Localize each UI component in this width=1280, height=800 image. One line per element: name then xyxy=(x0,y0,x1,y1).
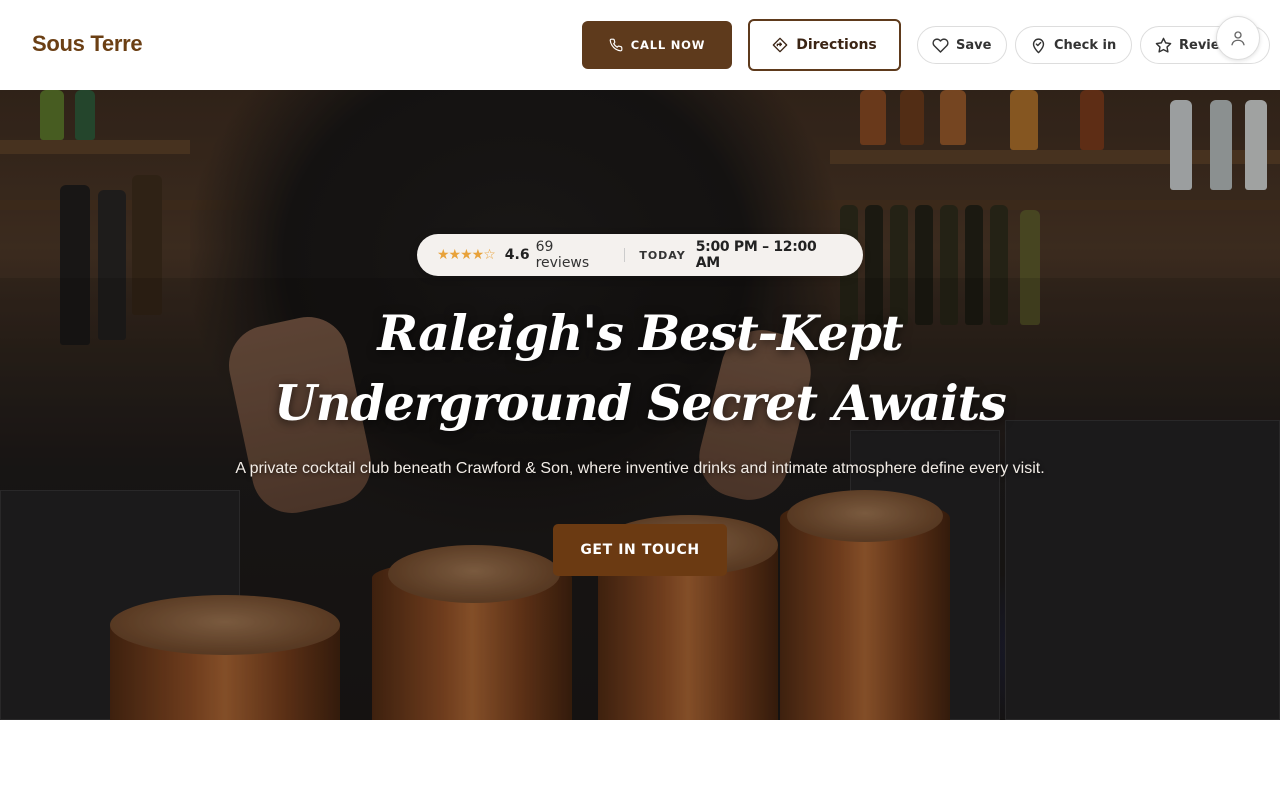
check-in-button[interactable]: Check in xyxy=(1015,26,1132,64)
divider xyxy=(624,248,626,262)
hero-headline: Raleigh's Best-Kept Underground Secret A… xyxy=(274,304,1007,432)
directions-button[interactable]: Directions xyxy=(748,19,901,71)
call-now-button[interactable]: CALL NOW xyxy=(582,21,732,69)
heart-icon xyxy=(932,37,949,53)
save-button[interactable]: Save xyxy=(917,26,1007,64)
rating-stars: ★★★★☆ xyxy=(437,247,496,263)
today-label: TODAY xyxy=(639,248,686,262)
user-icon xyxy=(1231,31,1245,46)
top-header: Sous Terre CALL NOW Directions Save Chec… xyxy=(0,0,1280,90)
rating-hours-bar: ★★★★☆ 4.6 69 reviews TODAY 5:00 PM – 12:… xyxy=(417,234,863,276)
hero-section: ★★★★☆ 4.6 69 reviews TODAY 5:00 PM – 12:… xyxy=(0,90,1280,720)
save-label: Save xyxy=(956,37,992,53)
rating-score: 4.6 xyxy=(504,247,530,263)
check-in-label: Check in xyxy=(1054,37,1117,53)
phone-icon xyxy=(609,38,623,52)
call-now-label: CALL NOW xyxy=(630,38,706,52)
directions-icon xyxy=(772,37,788,53)
opening-hours: 5:00 PM – 12:00 AM xyxy=(695,239,817,271)
hero-subline: A private cocktail club beneath Crawford… xyxy=(235,460,1045,477)
map-pin-icon xyxy=(1032,37,1045,53)
star-icon xyxy=(1155,37,1172,53)
account-button[interactable] xyxy=(1216,16,1260,60)
get-in-touch-button[interactable]: GET IN TOUCH xyxy=(553,524,727,576)
directions-label: Directions xyxy=(796,37,877,53)
brand-logo[interactable]: Sous Terre xyxy=(32,31,143,57)
review-count[interactable]: 69 reviews xyxy=(536,239,611,271)
